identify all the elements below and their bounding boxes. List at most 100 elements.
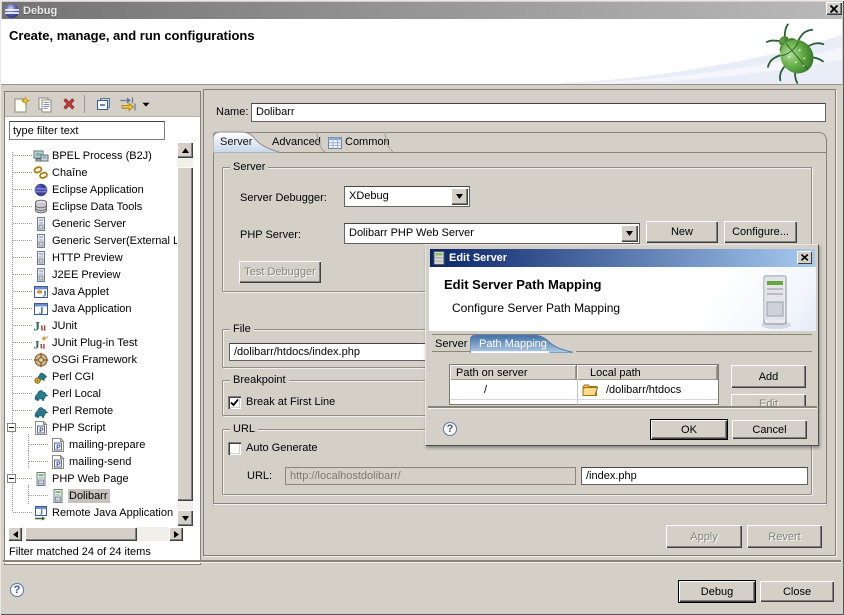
delete-icon[interactable] (57, 93, 81, 115)
tree-guide-line (28, 434, 29, 451)
tree-item[interactable]: Pmailing-prepare (50, 436, 147, 453)
duplicate-icon[interactable] (33, 93, 57, 115)
configure-server-button[interactable]: Configure... (724, 221, 797, 243)
tab-row-baseline (278, 152, 826, 153)
tree-item[interactable]: BPEL Process (B2J) (33, 147, 154, 164)
tree-item[interactable]: Generic Server(External La (33, 232, 177, 249)
column-local-path[interactable]: Local path (577, 365, 718, 380)
tree-item[interactable]: Perl Remote (33, 402, 115, 419)
server-small-icon (433, 251, 445, 265)
test-debugger-button[interactable]: Test Debugger (239, 261, 321, 283)
tree-guide-line (13, 172, 32, 173)
filter-input[interactable]: type filter text (9, 121, 165, 140)
svg-text:J: J (43, 289, 47, 298)
tree-item[interactable]: JRemote Java Application (33, 504, 175, 521)
url-path-input[interactable]: /index.php (581, 467, 808, 485)
tree-expander-minus[interactable] (7, 423, 16, 432)
tab-common[interactable]: Common (345, 136, 390, 148)
tab-folder-bottom-edge (213, 503, 827, 504)
help-button[interactable]: ? (10, 583, 24, 597)
osgi-framework-icon (33, 352, 49, 368)
eclipse-logo-icon (4, 3, 20, 19)
tree-item[interactable]: JJava Application (33, 300, 134, 317)
scroll-down-button[interactable] (177, 510, 193, 526)
bpel-process-icon (33, 148, 49, 164)
tree-guide-line (29, 461, 49, 462)
dialog-subheading: Configure Server Path Mapping (452, 301, 620, 315)
tree-item[interactable]: PHP Web Page (33, 470, 131, 487)
name-input[interactable]: Dolibarr (251, 103, 826, 122)
php-server-combo-arrow[interactable] (621, 225, 638, 242)
break-first-line-checkbox[interactable] (228, 396, 241, 409)
tree-guide-line (29, 444, 49, 445)
php-server-label: PHP Server: (240, 229, 301, 241)
edit-server-close-button[interactable] (797, 251, 812, 264)
tree-item-label: Generic Server(External La (51, 234, 177, 248)
menu-dropdown-icon[interactable] (140, 93, 152, 115)
php-server-combo[interactable]: Dolibarr PHP Web Server (344, 223, 640, 244)
auto-generate-label: Auto Generate (246, 442, 318, 454)
tab-server[interactable]: Server (220, 136, 252, 148)
svg-text:P: P (56, 461, 61, 468)
tree-item[interactable]: Perl Local (33, 385, 103, 402)
tree-item[interactable]: J Java Applet (33, 283, 111, 300)
close-button[interactable]: Close (760, 581, 834, 602)
tree-item[interactable]: Pmailing-send (50, 453, 133, 470)
dialog-help-button[interactable]: ? (443, 422, 457, 436)
tree-item[interactable]: JuJUnit Plug-in Test (33, 334, 139, 351)
tree-item[interactable]: Perl CGI (33, 368, 96, 385)
svg-text:P: P (39, 427, 44, 434)
debug-button[interactable]: Debug (679, 581, 755, 602)
scroll-up-button[interactable] (177, 142, 193, 158)
scroll-left-button[interactable] (8, 527, 22, 541)
tree-item[interactable]: Eclipse Application (33, 181, 146, 198)
dialog-tab-server[interactable]: Server (435, 338, 467, 350)
tree-item[interactable]: J2EE Preview (33, 266, 122, 283)
server-tower-icon (33, 233, 49, 249)
tree-horizontal-thumb[interactable] (25, 527, 137, 541)
tree-item-label: Perl Remote (51, 404, 115, 418)
dialog-tab-path-mapping[interactable]: Path Mapping (479, 338, 547, 350)
tree-guide-line (13, 206, 32, 207)
break-first-line-label: Break at First Line (246, 396, 335, 408)
tree-item[interactable]: OSGi Framework (33, 351, 139, 368)
tab-advanced[interactable]: Advanced (272, 136, 321, 148)
table-column-divider (577, 380, 578, 406)
auto-generate-checkbox[interactable] (228, 442, 241, 455)
edit-server-titlebar[interactable]: Edit Server (430, 249, 815, 267)
svg-text:J: J (39, 305, 44, 315)
tab-advanced-edge (316, 132, 326, 153)
tree-item[interactable]: PPHP Script (33, 419, 108, 436)
tree-expander-minus[interactable] (7, 474, 16, 483)
collapse-all-icon[interactable] (91, 93, 115, 115)
tree-item-label: Java Applet (51, 285, 111, 299)
dialog-tab-baseline (432, 351, 472, 352)
revert-button[interactable]: Revert (747, 525, 822, 548)
new-server-button[interactable]: New (646, 221, 718, 243)
tree-guide-line (13, 376, 32, 377)
tree-vertical-thumb[interactable] (177, 167, 193, 501)
column-path-on-server[interactable]: Path on server (450, 365, 577, 380)
tree-item[interactable]: Generic Server (33, 215, 128, 232)
tree-item[interactable]: HTTP Preview (33, 249, 125, 266)
server-debugger-combo-arrow[interactable] (451, 188, 468, 205)
tree-guide-line (13, 189, 32, 190)
filter-icon[interactable] (116, 93, 140, 115)
window-close-button[interactable] (826, 2, 842, 15)
ok-button[interactable]: OK (651, 420, 727, 439)
tree-item[interactable]: Eclipse Data Tools (33, 198, 144, 215)
tree-guide-line (13, 410, 32, 411)
cell-local-path[interactable]: /dolibarr/htdocs (606, 384, 681, 396)
new-configuration-icon[interactable] (9, 93, 33, 115)
cancel-button[interactable]: Cancel (732, 420, 807, 439)
window-titlebar[interactable]: Debug (2, 2, 842, 19)
scroll-right-button[interactable] (169, 527, 183, 541)
add-mapping-button[interactable]: Add (731, 365, 806, 388)
apply-button[interactable]: Apply (666, 525, 742, 548)
server-debugger-label: Server Debugger: (240, 192, 327, 204)
cell-path-on-server[interactable]: / (484, 384, 487, 396)
tree-item[interactable]: Dolibarr (50, 487, 110, 504)
remote-java-icon: J (33, 505, 49, 521)
tree-item[interactable]: JuJUnit (33, 317, 79, 334)
tree-item[interactable]: Chaîne (33, 164, 89, 181)
